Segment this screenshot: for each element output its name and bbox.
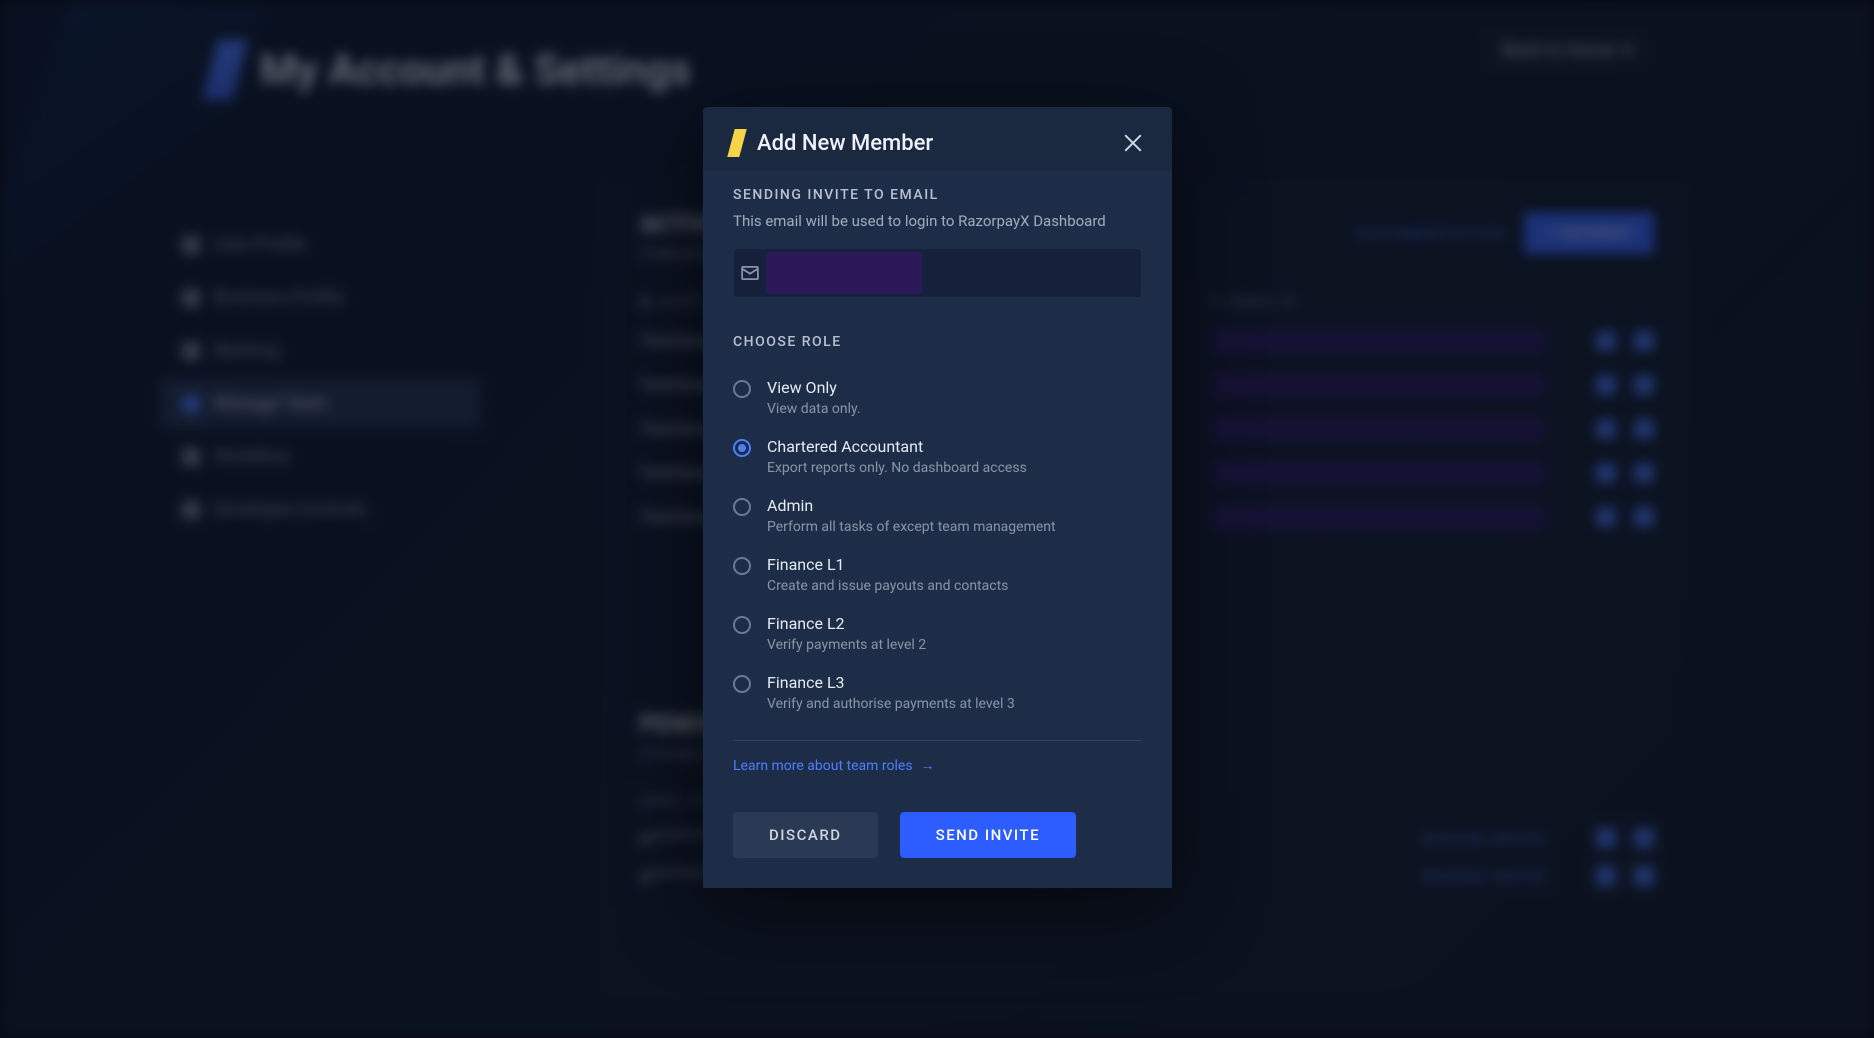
add-member-modal: Add New Member SENDING INVITE TO EMAIL T… [703, 107, 1172, 888]
role-name: View Only [767, 378, 1142, 397]
role-option-admin[interactable]: Admin Perform all tasks of except team ma… [733, 486, 1142, 545]
role-name: Finance L1 [767, 555, 1142, 574]
email-label: SENDING INVITE TO EMAIL [733, 187, 1142, 203]
close-icon[interactable] [1122, 132, 1144, 154]
email-helper: This email will be used to login to Razo… [733, 211, 1142, 232]
radio-icon [733, 557, 751, 575]
learn-more-label: Learn more about team roles [733, 758, 913, 774]
divider [733, 740, 1142, 741]
role-desc: Verify payments at level 2 [767, 637, 1142, 653]
email-input-wrap [733, 248, 1142, 298]
brand-slash-icon [727, 129, 747, 157]
role-option-finance-l2[interactable]: Finance L2 Verify payments at level 2 [733, 604, 1142, 663]
send-invite-button[interactable]: SEND INVITE [900, 812, 1076, 858]
radio-icon [733, 439, 751, 457]
radio-icon [733, 380, 751, 398]
role-name: Finance L3 [767, 673, 1142, 692]
email-field[interactable] [922, 264, 1141, 283]
role-option-view-only[interactable]: View Only View data only. [733, 368, 1142, 427]
role-option-chartered-accountant[interactable]: Chartered Accountant Export reports only.… [733, 427, 1142, 486]
role-option-finance-l1[interactable]: Finance L1 Create and issue payouts and c… [733, 545, 1142, 604]
role-name: Admin [767, 496, 1142, 515]
modal-title: Add New Member [757, 131, 933, 156]
role-desc: Create and issue payouts and contacts [767, 578, 1142, 594]
role-name: Finance L2 [767, 614, 1142, 633]
discard-button[interactable]: DISCARD [733, 812, 878, 858]
role-label: CHOOSE ROLE [733, 334, 1142, 350]
radio-icon [733, 616, 751, 634]
role-option-finance-l3[interactable]: Finance L3 Verify and authorise payments … [733, 663, 1142, 722]
arrow-right-icon: → [921, 757, 935, 774]
learn-more-link[interactable]: Learn more about team roles → [733, 757, 935, 774]
email-redaction [766, 252, 922, 294]
role-desc: Perform all tasks of except team managem… [767, 519, 1142, 535]
radio-icon [733, 675, 751, 693]
radio-icon [733, 498, 751, 516]
role-desc: View data only. [767, 401, 1142, 417]
role-name: Chartered Accountant [767, 437, 1142, 456]
role-desc: Export reports only. No dashboard access [767, 460, 1142, 476]
mail-icon [734, 266, 766, 280]
role-desc: Verify and authorise payments at level 3 [767, 696, 1142, 712]
